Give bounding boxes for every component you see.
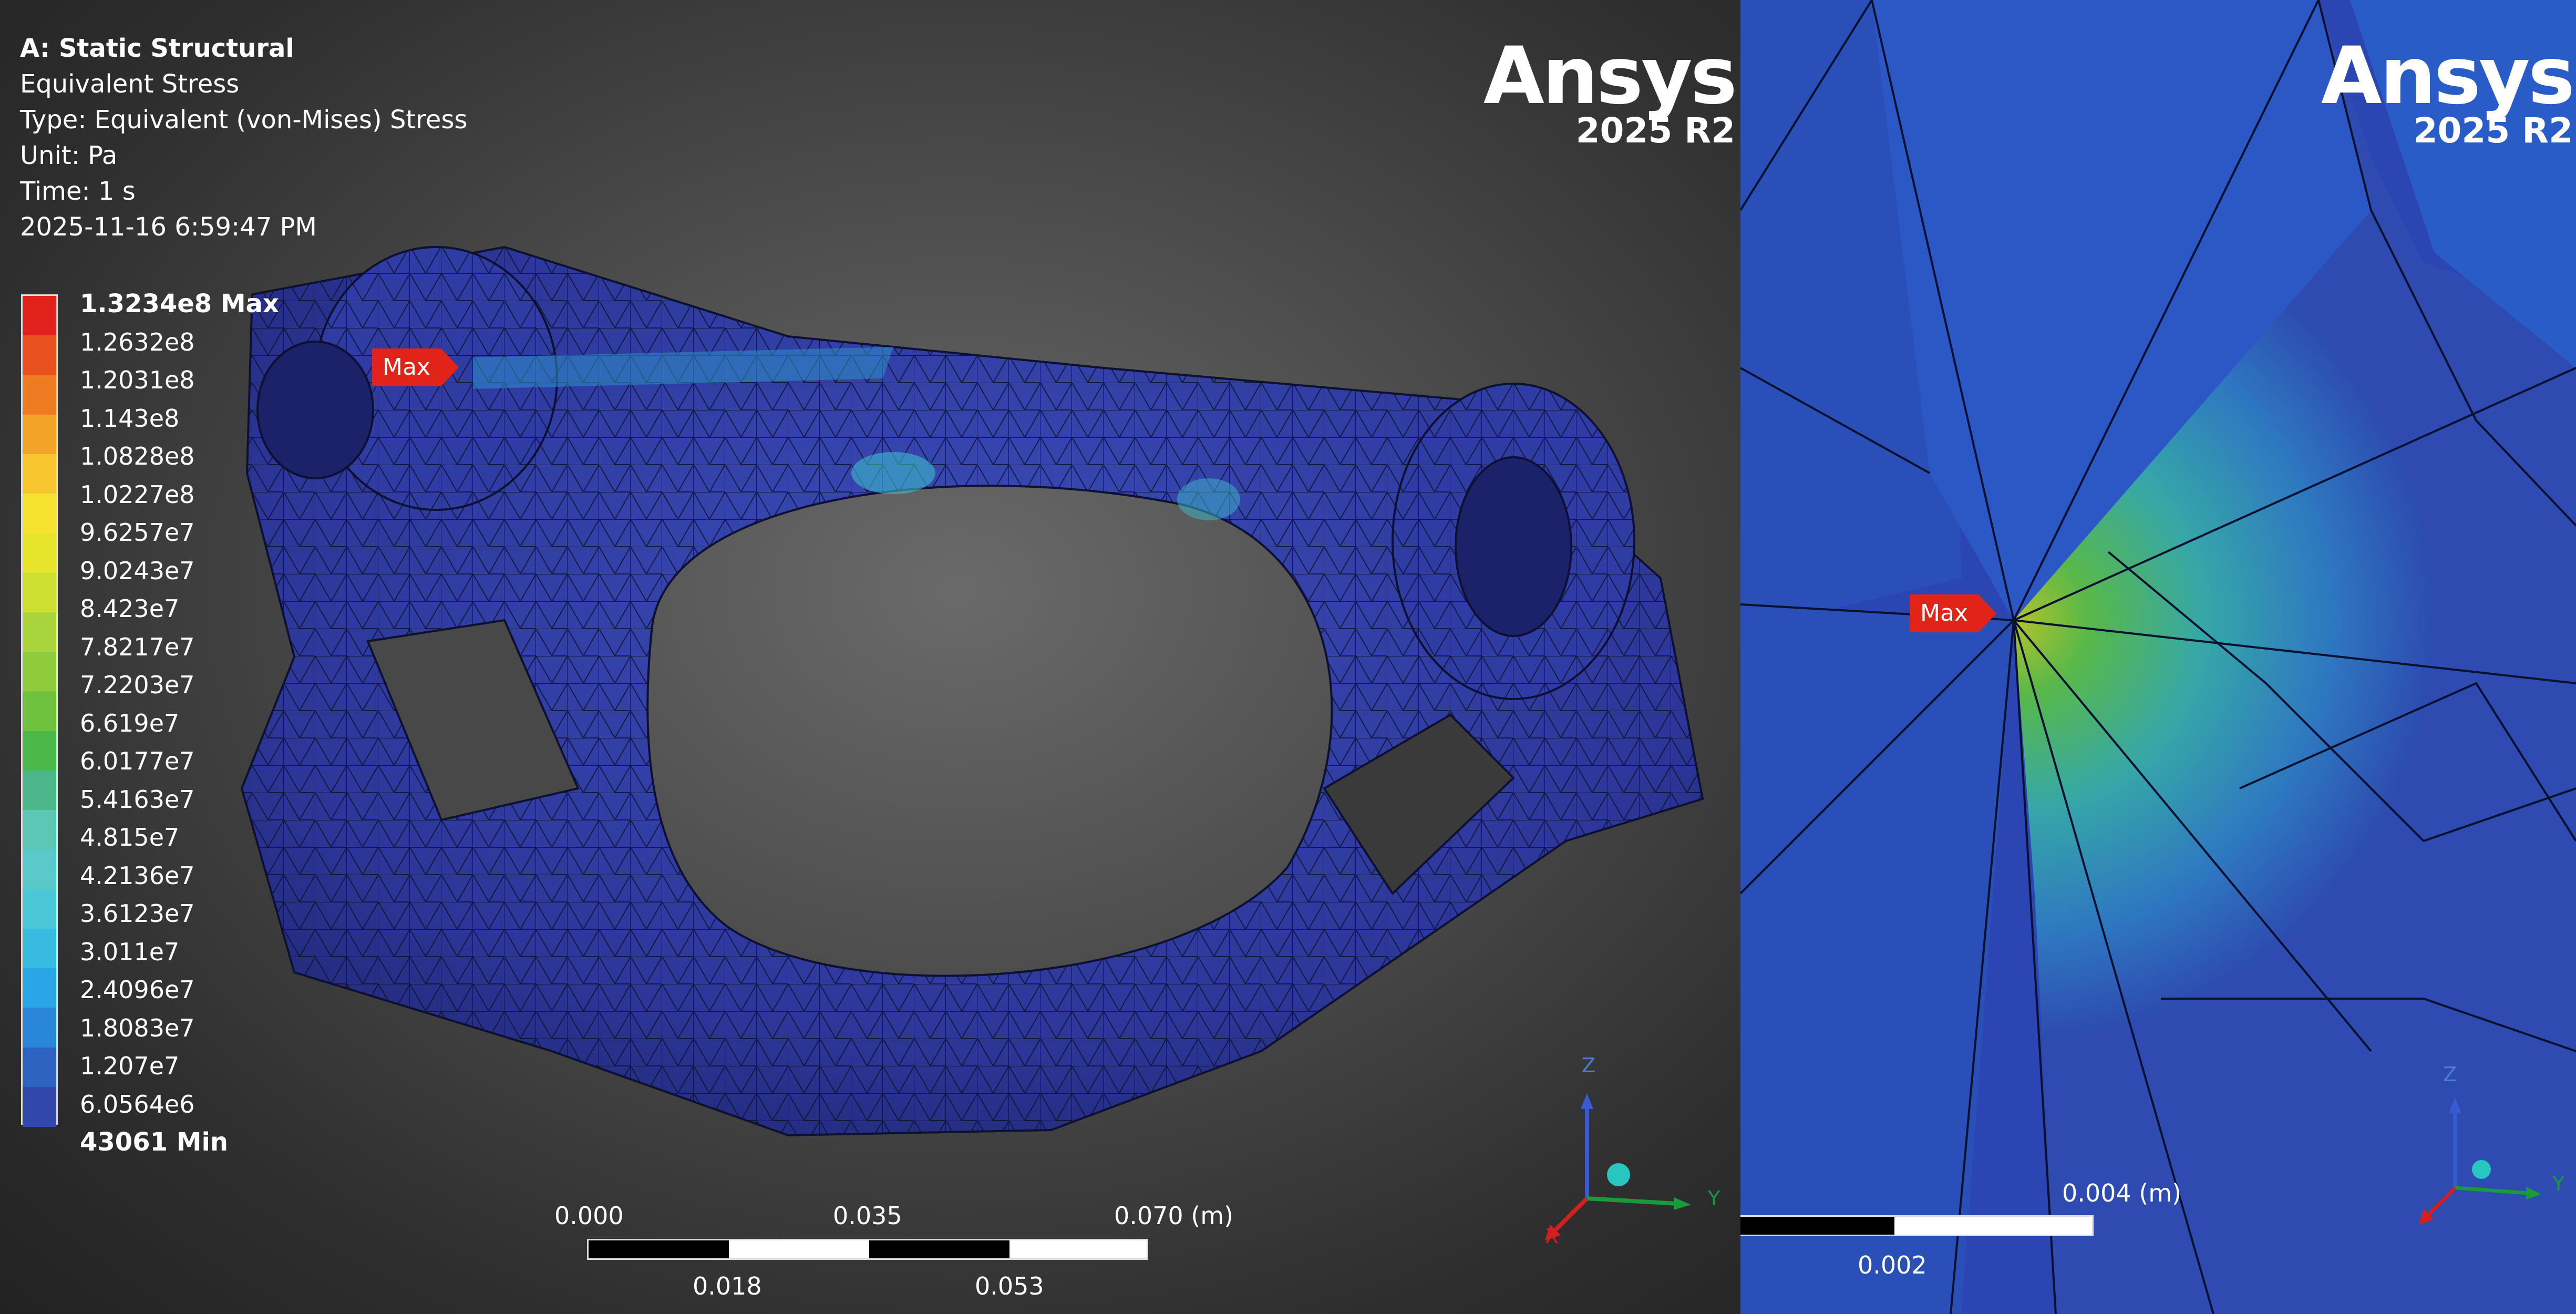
max-probe-label-right[interactable]: Max — [1910, 594, 1996, 632]
legend-label: 3.011e7 — [80, 937, 180, 966]
legend-label: 6.0564e6 — [80, 1090, 195, 1118]
legend-label: 7.8217e7 — [80, 632, 195, 661]
result-name: Equivalent Stress — [20, 69, 240, 99]
legend-label: 1.8083e7 — [80, 1013, 195, 1042]
max-probe-label[interactable]: Max — [372, 348, 459, 386]
legend-label: 9.0243e7 — [80, 556, 195, 585]
legend-segment — [23, 731, 56, 771]
legend-label: 1.143e8 — [80, 404, 180, 433]
result-unit: Unit: Pa — [20, 141, 118, 170]
scale-label-right-004: 0.004 (m) — [2062, 1179, 2182, 1207]
triad-z-label: Z — [1582, 1054, 1596, 1077]
scale-label-070: 0.070 (m) — [1114, 1202, 1234, 1230]
result-timestamp: 2025-11-16 6:59:47 PM — [20, 212, 317, 242]
scale-label-018: 0.018 — [693, 1272, 762, 1300]
legend-label: 1.2632e8 — [80, 327, 195, 356]
triad-right-y-label: Y — [2552, 1172, 2565, 1195]
scale-bar-right — [1740, 1215, 2094, 1236]
legend-segment — [23, 533, 56, 573]
triad-x-label: X — [1545, 1225, 1559, 1248]
legend-label: 6.0177e7 — [80, 747, 195, 775]
legend-label: 9.6257e7 — [80, 518, 195, 547]
ansys-logo: Ansys 2025 R2 — [1483, 30, 1737, 151]
left-graphics-viewport[interactable]: A: Static Structural Equivalent Stress T… — [0, 0, 1740, 1314]
legend-segment — [23, 572, 56, 613]
legend-segment — [23, 1047, 56, 1087]
legend-label: 4.2136e7 — [80, 861, 195, 890]
legend-segment — [23, 1008, 56, 1048]
scale-label-053: 0.053 — [975, 1272, 1044, 1300]
legend-segment — [23, 968, 56, 1009]
legend-segment — [23, 414, 56, 455]
result-time: Time: 1 s — [20, 177, 136, 206]
legend-label: 6.619e7 — [80, 709, 180, 737]
legend-label: 2.4096e7 — [80, 976, 195, 1004]
legend-segment — [23, 454, 56, 495]
legend-segment — [23, 810, 56, 850]
legend-segment — [23, 335, 56, 376]
coordinate-triad-right[interactable] — [2392, 1051, 2550, 1261]
legend-label: 1.0227e8 — [80, 480, 195, 509]
triad-y-label: Y — [1708, 1187, 1720, 1210]
legend-segment — [23, 375, 56, 415]
legend-segment — [23, 612, 56, 653]
scale-label-right-002: 0.002 — [1858, 1251, 1927, 1279]
legend-segment — [23, 296, 56, 336]
scale-bar — [587, 1239, 1148, 1260]
legend-label: 4.815e7 — [80, 823, 180, 851]
legend-label: 1.3234e8 Max — [80, 289, 280, 319]
triad-right-z-label: Z — [2443, 1063, 2457, 1086]
ansys-logo-right: Ansys 2025 R2 — [2321, 30, 2575, 151]
legend-label: 1.207e7 — [80, 1052, 180, 1080]
legend-segment — [23, 494, 56, 534]
legend-segment — [23, 928, 56, 969]
legend-segment — [23, 691, 56, 732]
legend-segment — [23, 889, 56, 929]
legend-label: 43061 Min — [80, 1127, 229, 1157]
scale-label-0: 0.000 — [554, 1202, 624, 1230]
right-graphics-viewport[interactable]: Ansys 2025 R2 Max 0.004 (m) 0.002 Z Y — [1740, 0, 2576, 1314]
legend-segment — [23, 652, 56, 692]
legend-label: 1.2031e8 — [80, 366, 195, 394]
analysis-title: A: Static Structural — [20, 34, 294, 63]
legend-label: 3.6123e7 — [80, 899, 195, 928]
result-type: Type: Equivalent (von-Mises) Stress — [20, 105, 468, 135]
legend-label: 5.4163e7 — [80, 785, 195, 814]
ansys-logo-right-word: Ansys — [2321, 30, 2575, 122]
legend-label: 8.423e7 — [80, 594, 180, 623]
result-info-block: A: Static Structural Equivalent Stress T… — [20, 30, 467, 245]
scale-label-035: 0.035 — [833, 1202, 902, 1230]
ansys-logo-word: Ansys — [1483, 30, 1737, 122]
legend-segment — [23, 770, 56, 811]
legend-segment — [23, 849, 56, 890]
legend-color-bar — [21, 294, 58, 1127]
legend-label: 1.0828e8 — [80, 442, 195, 470]
legend-label: 7.2203e7 — [80, 671, 195, 699]
legend-segment — [23, 1086, 56, 1127]
